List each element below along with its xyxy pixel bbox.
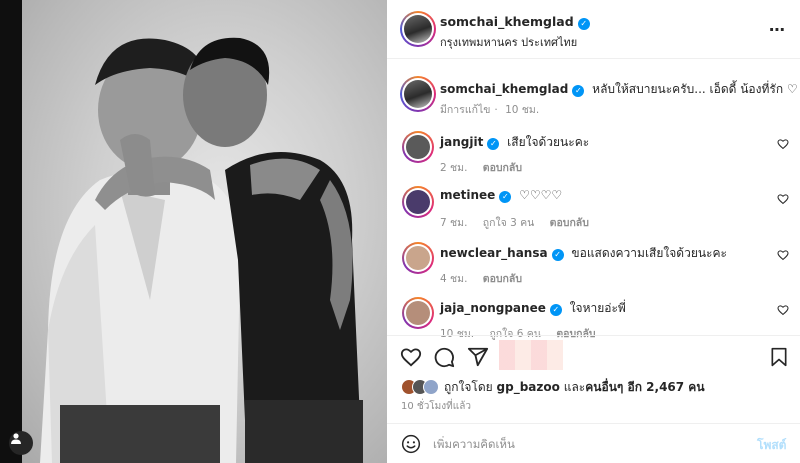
post-location[interactable]: กรุงเทพมหานคร ประเทศไทย: [440, 33, 577, 51]
commenter-avatar[interactable]: [402, 131, 434, 163]
comment-text: metinee ✓ ♡♡♡♡: [440, 188, 562, 203]
likes-others-count[interactable]: คนอื่นๆ อีก 2,467 คน: [585, 380, 704, 394]
comment-username[interactable]: jangjit: [440, 135, 483, 149]
comment-time[interactable]: 2 ชม.: [440, 162, 467, 174]
comment-meta: 4 ชม. ตอบกลับ: [440, 270, 534, 287]
comment-text: jaja_nongpanee ✓ ใจหายอ่ะพี่: [440, 299, 626, 318]
verified-badge-icon: ✓: [551, 249, 564, 261]
like-comment-heart-icon[interactable]: [777, 138, 789, 150]
like-comment-heart-icon[interactable]: [777, 249, 789, 261]
caption-username[interactable]: somchai_khemglad: [440, 82, 568, 96]
commenter-avatar[interactable]: [402, 242, 434, 274]
caption-edited: มีการแก้ไข: [440, 104, 491, 116]
photo-figures: [40, 37, 363, 463]
comment-meta: 2 ชม. ตอบกลับ: [440, 159, 534, 176]
comment-body: ใจหายอ่ะพี่: [569, 301, 626, 315]
like-comment-heart-icon[interactable]: [777, 304, 789, 316]
comment-bubble-icon[interactable]: [433, 346, 455, 368]
verified-badge-icon: ✓: [577, 18, 590, 30]
share-send-icon[interactable]: [467, 346, 489, 368]
verified-badge-icon: ✓: [549, 304, 562, 316]
more-options-icon[interactable]: ⋯: [769, 20, 786, 39]
comment-username[interactable]: jaja_nongpanee: [440, 301, 546, 315]
post-actions: [387, 335, 800, 375]
liker-avatar[interactable]: [423, 379, 439, 395]
reply-button[interactable]: ตอบกลับ: [483, 273, 522, 285]
verified-badge-icon: ✓: [572, 85, 585, 97]
comment-meta: 7 ชม. ถูกใจ 3 คน ตอบกลับ: [440, 214, 601, 231]
author-username[interactable]: somchai_khemglad ✓: [440, 14, 590, 30]
add-comment-bar: โพสต์: [387, 423, 800, 463]
comment-body: ขอแสดงความเสียใจด้วยนะคะ: [571, 246, 727, 260]
user-tag-button[interactable]: [9, 431, 33, 455]
post-comment-button[interactable]: โพสต์: [757, 436, 786, 455]
verified-badge-icon: ✓: [487, 138, 500, 150]
reply-button[interactable]: ตอบกลับ: [550, 217, 589, 229]
comment-username[interactable]: newclear_hansa: [440, 246, 548, 260]
post-time-ago[interactable]: 10 ชั่วโมงที่แล้ว: [401, 399, 471, 414]
caption-time[interactable]: 10 ชม.: [505, 104, 539, 116]
comment-input[interactable]: [433, 433, 733, 455]
author-avatar[interactable]: [400, 11, 436, 47]
comment-likes[interactable]: ถูกใจ 3 คน: [483, 217, 535, 229]
commenter-avatar[interactable]: [402, 297, 434, 329]
like-heart-icon[interactable]: [400, 346, 422, 368]
verified-badge-icon: ✓: [499, 191, 512, 203]
comment-body: เสียใจด้วยนะคะ: [507, 135, 590, 149]
emoji-icon[interactable]: [401, 434, 421, 454]
comment-time[interactable]: 4 ชม.: [440, 273, 467, 285]
likes-text: ถูกใจโดย gp_bazoo และคนอื่นๆ อีก 2,467 ค…: [444, 378, 705, 397]
comment-username[interactable]: metinee: [440, 188, 495, 202]
likes-middle: และ: [563, 379, 586, 394]
caption-meta: มีการแก้ไข · 10 ชม.: [440, 104, 540, 116]
likes-summary: ถูกใจโดย gp_bazoo และคนอื่นๆ อีก 2,467 ค…: [401, 377, 705, 397]
blurred-region: [499, 340, 563, 370]
caption-text: somchai_khemglad ✓ หลับให้สบายนะครับ... เ…: [440, 80, 798, 99]
comment-time[interactable]: 7 ชม.: [440, 217, 467, 229]
post-photo[interactable]: [0, 0, 387, 463]
author-username-text[interactable]: somchai_khemglad: [440, 14, 574, 29]
post-header: somchai_khemglad ✓ กรุงเทพมหานคร ประเทศไท…: [387, 0, 800, 59]
comment-text: newclear_hansa ✓ ขอแสดงความเสียใจด้วยนะคะ: [440, 244, 727, 263]
likes-prefix: ถูกใจโดย: [444, 379, 493, 394]
post-details-panel: somchai_khemglad ✓ กรุงเทพมหานคร ประเทศไท…: [387, 0, 800, 463]
caption-author-avatar[interactable]: [400, 76, 436, 112]
liker-username[interactable]: gp_bazoo: [497, 380, 560, 394]
save-bookmark-icon[interactable]: [769, 346, 789, 368]
comment-text: jangjit ✓ เสียใจด้วยนะคะ: [440, 133, 589, 152]
user-tag-icon: [11, 433, 21, 444]
reply-button[interactable]: ตอบกลับ: [483, 162, 522, 174]
caption-body: หลับให้สบายนะครับ... เอ็ดดี้ น้องที่รัก …: [592, 82, 798, 96]
like-comment-heart-icon[interactable]: [777, 193, 789, 205]
commenter-avatar[interactable]: [402, 186, 434, 218]
comment-body: ♡♡♡♡: [519, 188, 563, 202]
